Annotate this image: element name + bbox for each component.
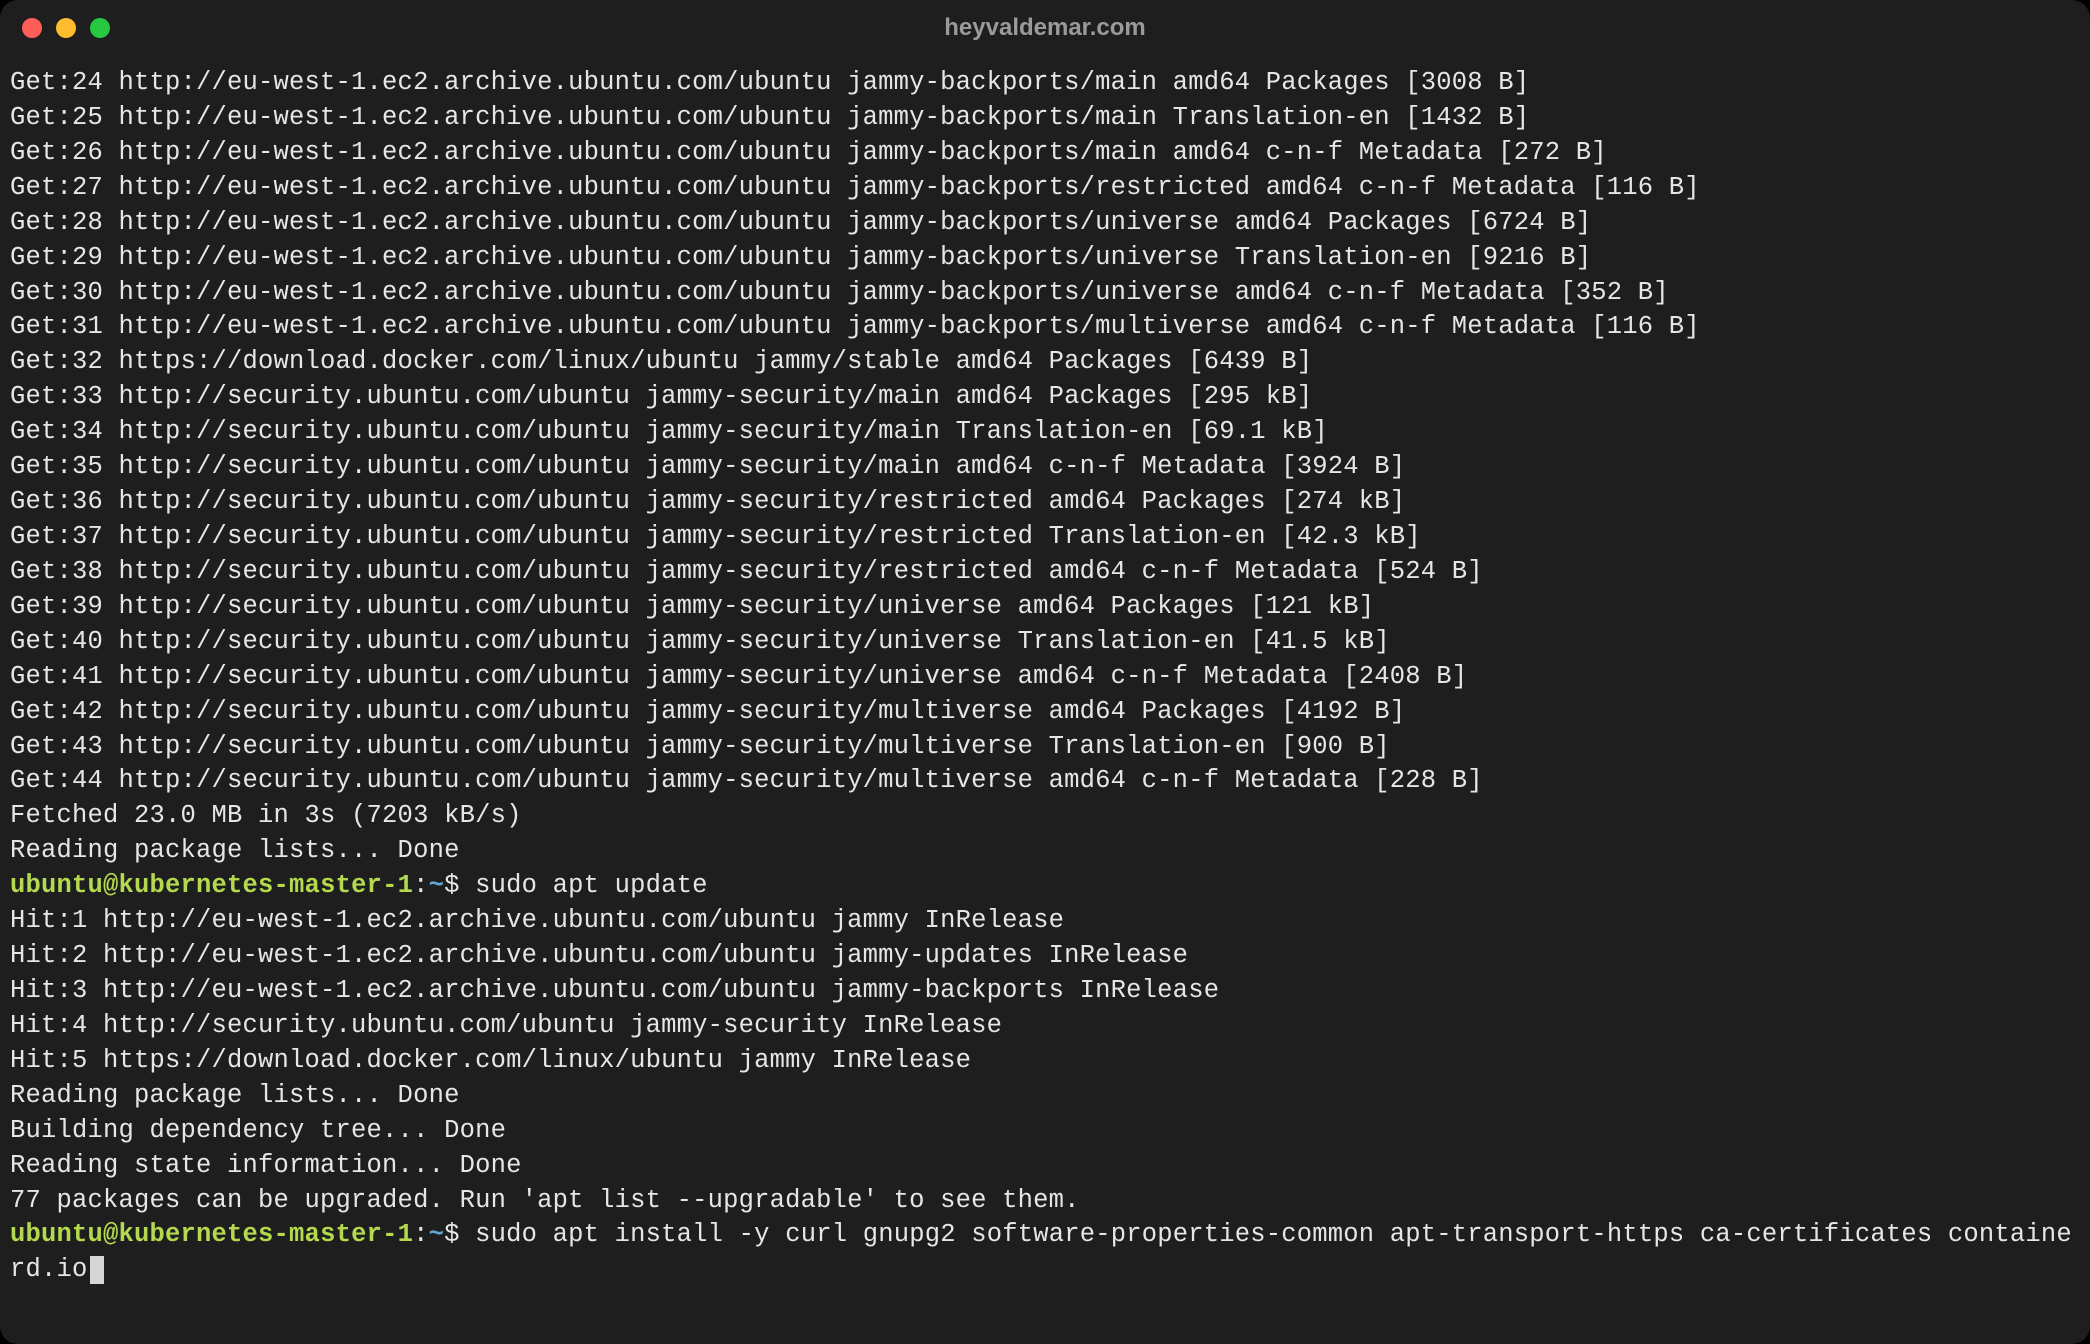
terminal-output-line: Get:25 http://eu-west-1.ec2.archive.ubun… <box>10 101 2080 136</box>
terminal-output-line: Get:40 http://security.ubuntu.com/ubuntu… <box>10 625 2080 660</box>
minimize-icon[interactable] <box>56 18 76 38</box>
terminal-output-line: Get:38 http://security.ubuntu.com/ubuntu… <box>10 555 2080 590</box>
prompt-command[interactable]: sudo apt update <box>475 871 708 900</box>
prompt-sigil: $ <box>444 871 475 900</box>
terminal-output-line: Hit:5 https://download.docker.com/linux/… <box>10 1044 2080 1079</box>
terminal-output-line: Get:24 http://eu-west-1.ec2.archive.ubun… <box>10 66 2080 101</box>
zoom-icon[interactable] <box>90 18 110 38</box>
terminal-output-line: Get:26 http://eu-west-1.ec2.archive.ubun… <box>10 136 2080 171</box>
terminal-output-line: Get:34 http://security.ubuntu.com/ubuntu… <box>10 415 2080 450</box>
terminal-output-line: Get:36 http://security.ubuntu.com/ubuntu… <box>10 485 2080 520</box>
terminal-window: heyvaldemar.com Get:24 http://eu-west-1.… <box>0 0 2090 1344</box>
terminal-output-line: Hit:1 http://eu-west-1.ec2.archive.ubunt… <box>10 904 2080 939</box>
terminal-output-line: Get:28 http://eu-west-1.ec2.archive.ubun… <box>10 206 2080 241</box>
prompt-path: ~ <box>429 871 445 900</box>
titlebar: heyvaldemar.com <box>0 0 2090 56</box>
terminal-output-line: Reading package lists... Done <box>10 1079 2080 1114</box>
terminal-output-line: 77 packages can be upgraded. Run 'apt li… <box>10 1184 2080 1219</box>
cursor-icon <box>90 1256 104 1284</box>
terminal-output-line: Hit:4 http://security.ubuntu.com/ubuntu … <box>10 1009 2080 1044</box>
terminal-output-line: Get:41 http://security.ubuntu.com/ubuntu… <box>10 660 2080 695</box>
terminal-output-line: Get:30 http://eu-west-1.ec2.archive.ubun… <box>10 276 2080 311</box>
terminal-output-line: Hit:2 http://eu-west-1.ec2.archive.ubunt… <box>10 939 2080 974</box>
terminal-output-line: Get:43 http://security.ubuntu.com/ubuntu… <box>10 730 2080 765</box>
terminal-output-line: Get:39 http://security.ubuntu.com/ubuntu… <box>10 590 2080 625</box>
prompt-at: @ <box>103 1220 119 1249</box>
terminal-output-line: Get:27 http://eu-west-1.ec2.archive.ubun… <box>10 171 2080 206</box>
window-title: heyvaldemar.com <box>0 14 2090 42</box>
terminal-output-line: Get:42 http://security.ubuntu.com/ubuntu… <box>10 695 2080 730</box>
prompt-colon: : <box>413 1220 429 1249</box>
prompt-user: ubuntu <box>10 1220 103 1249</box>
terminal-output-line: Reading package lists... Done <box>10 834 2080 869</box>
terminal-output-line: Get:31 http://eu-west-1.ec2.archive.ubun… <box>10 310 2080 345</box>
terminal-output-line: Get:32 https://download.docker.com/linux… <box>10 345 2080 380</box>
traffic-lights <box>22 18 110 38</box>
prompt-path: ~ <box>429 1220 445 1249</box>
terminal-prompt-line: ubuntu@kubernetes-master-1:~$ sudo apt i… <box>10 1218 2080 1288</box>
prompt-sigil: $ <box>444 1220 475 1249</box>
terminal-output-line: Reading state information... Done <box>10 1149 2080 1184</box>
terminal-output-line: Get:37 http://security.ubuntu.com/ubuntu… <box>10 520 2080 555</box>
prompt-user: ubuntu <box>10 871 103 900</box>
terminal-output-line: Get:29 http://eu-west-1.ec2.archive.ubun… <box>10 241 2080 276</box>
prompt-at: @ <box>103 871 119 900</box>
terminal-output-line: Get:33 http://security.ubuntu.com/ubuntu… <box>10 380 2080 415</box>
prompt-host: kubernetes-master-1 <box>119 1220 414 1249</box>
prompt-colon: : <box>413 871 429 900</box>
terminal-output-line: Get:35 http://security.ubuntu.com/ubuntu… <box>10 450 2080 485</box>
terminal-output-line: Get:44 http://security.ubuntu.com/ubuntu… <box>10 764 2080 799</box>
close-icon[interactable] <box>22 18 42 38</box>
prompt-host: kubernetes-master-1 <box>119 871 414 900</box>
terminal-body[interactable]: Get:24 http://eu-west-1.ec2.archive.ubun… <box>0 56 2090 1308</box>
terminal-prompt-line: ubuntu@kubernetes-master-1:~$ sudo apt u… <box>10 869 2080 904</box>
terminal-output-line: Hit:3 http://eu-west-1.ec2.archive.ubunt… <box>10 974 2080 1009</box>
terminal-output-line: Building dependency tree... Done <box>10 1114 2080 1149</box>
terminal-output-line: Fetched 23.0 MB in 3s (7203 kB/s) <box>10 799 2080 834</box>
